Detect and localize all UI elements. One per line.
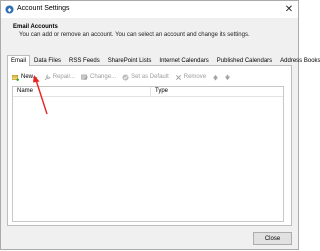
tab-email[interactable]: Email	[7, 55, 31, 66]
close-button[interactable]: Close	[253, 232, 292, 245]
window-title: Account Settings	[17, 5, 70, 12]
remove-button-label: Remove	[183, 74, 207, 80]
arrow-up-icon[interactable]	[212, 74, 219, 81]
annotation-arrow	[33, 75, 48, 115]
column-divider	[150, 87, 151, 96]
change-button[interactable]: Change...	[81, 72, 116, 82]
set-as-default-label: Set as Default	[131, 74, 169, 80]
change-icon	[81, 74, 88, 80]
new-account-icon	[12, 74, 19, 81]
remove-button[interactable]: Remove	[175, 72, 206, 82]
title-bar: Account Settings ✕	[1, 1, 298, 18]
arrow-down-icon[interactable]	[224, 74, 231, 81]
column-header-type[interactable]: Type	[155, 88, 168, 94]
account-settings-icon	[5, 5, 14, 14]
account-settings-dialog: Account Settings ✕ Email Accounts You ca…	[0, 0, 320, 250]
change-button-label: Change...	[90, 74, 117, 80]
checkmark-icon	[122, 73, 129, 81]
close-window-icon[interactable]: ✕	[280, 1, 298, 18]
set-as-default-button[interactable]: Set as Default	[122, 72, 169, 82]
section-description: You can add or remove an account. You ca…	[19, 32, 250, 38]
section-heading: Email Accounts	[13, 24, 58, 30]
remove-x-icon	[175, 74, 181, 80]
